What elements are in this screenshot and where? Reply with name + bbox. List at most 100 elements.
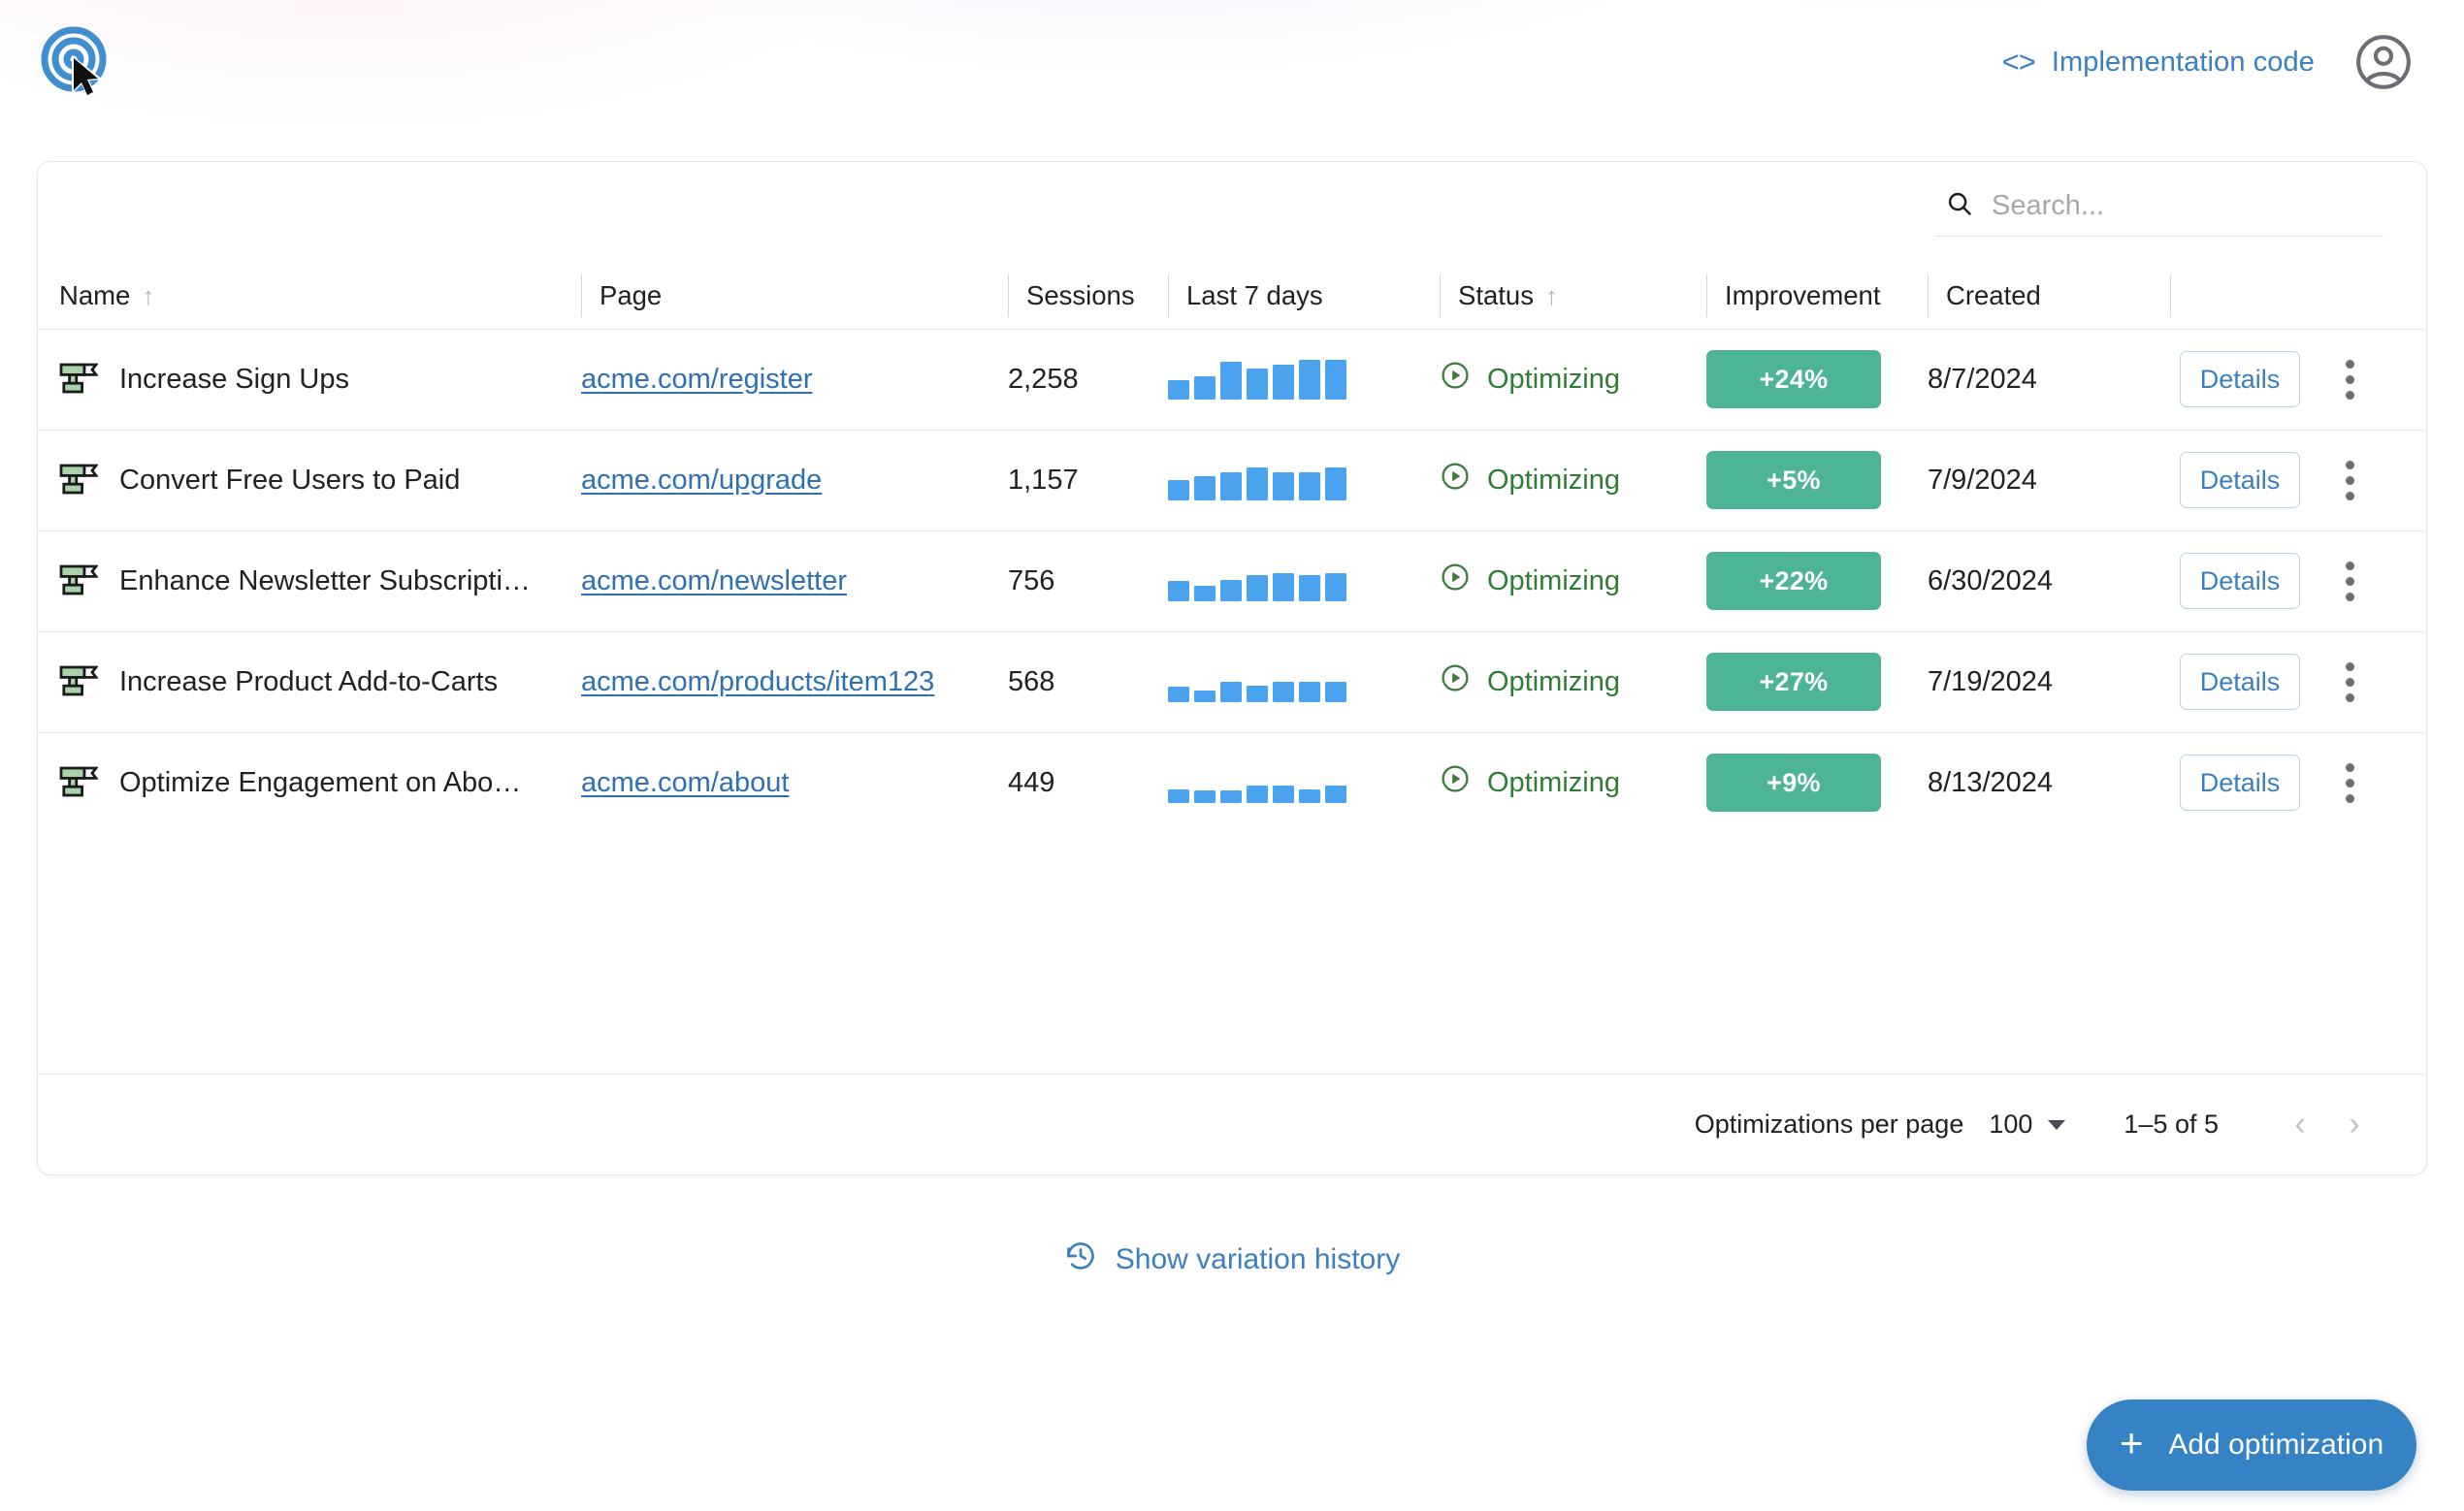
- implementation-code-link[interactable]: <> Implementation code: [2002, 45, 2315, 80]
- cell-created: 6/30/2024: [1928, 530, 2170, 631]
- search-input[interactable]: [1992, 190, 2380, 222]
- column-header-actions: [2170, 263, 2427, 329]
- sessions-value: 449: [1008, 767, 1054, 798]
- sparkline-bar: [1220, 362, 1242, 400]
- table-row[interactable]: Convert Free Users to Paid acme.com/upgra…: [38, 430, 2427, 530]
- sparkline-bar: [1273, 682, 1294, 702]
- column-header-improvement[interactable]: Improvement: [1706, 263, 1928, 329]
- optimization-name: Increase Product Add-to-Carts: [119, 666, 498, 698]
- optimizations-card: Name ↑ Page Sessions Last 7 days: [37, 161, 2427, 1175]
- sparkline-bar: [1299, 789, 1320, 803]
- search-box[interactable]: [1935, 189, 2383, 237]
- cell-improvement: +5%: [1706, 430, 1928, 530]
- add-optimization-label: Add optimization: [2168, 1429, 2383, 1462]
- column-header-name[interactable]: Name ↑: [38, 263, 581, 329]
- details-button[interactable]: Details: [2180, 654, 2300, 710]
- sort-asc-icon: ↑: [1545, 283, 1558, 308]
- cell-improvement: +24%: [1706, 329, 1928, 430]
- page-link[interactable]: acme.com/register: [581, 364, 813, 395]
- table-row[interactable]: Increase Sign Upsacme.com/register 2,258 O…: [38, 329, 2427, 430]
- cell-last7days: [1168, 329, 1440, 430]
- sparkline-bar: [1220, 580, 1242, 601]
- optimization-name: Optimize Engagement on Abo…: [119, 767, 521, 799]
- column-header-page[interactable]: Page: [581, 263, 1008, 329]
- sparkline-bar: [1168, 789, 1189, 803]
- sparkline-bar: [1325, 360, 1346, 400]
- table-row[interactable]: Optimize Engagement on Abo… acme.com/abou…: [38, 732, 2427, 833]
- page-link[interactable]: acme.com/upgrade: [581, 465, 822, 496]
- play-circle-icon: [1440, 461, 1471, 499]
- sparkline-bar: [1194, 476, 1216, 500]
- target-cursor-logo[interactable]: [39, 24, 114, 100]
- more-vert-icon[interactable]: [2341, 553, 2358, 609]
- cell-status: Optimizing: [1440, 430, 1706, 530]
- per-page-select[interactable]: 100: [1989, 1109, 2065, 1140]
- sparkline-bar: [1247, 786, 1268, 803]
- cell-status: Optimizing: [1440, 329, 1706, 430]
- cell-name: Increase Sign Ups: [38, 329, 581, 430]
- sparkline-bar: [1247, 467, 1268, 500]
- history-icon: [1064, 1239, 1097, 1280]
- more-vert-icon[interactable]: [2341, 755, 2358, 811]
- sparkline-bar: [1194, 691, 1216, 702]
- cell-improvement: +22%: [1706, 530, 1928, 631]
- table-row[interactable]: Increase Product Add-to-Carts acme.com/pr…: [38, 631, 2427, 732]
- ab-test-icon: [59, 363, 98, 396]
- page-link[interactable]: acme.com/newsletter: [581, 565, 847, 596]
- column-header-status-label: Status: [1458, 280, 1534, 311]
- cell-status: Optimizing: [1440, 530, 1706, 631]
- table-toolbar: [38, 162, 2426, 263]
- cell-actions: Details: [2170, 530, 2427, 631]
- page-link[interactable]: acme.com/products/item123: [581, 666, 934, 697]
- column-header-sessions[interactable]: Sessions: [1008, 263, 1168, 329]
- cell-improvement: +9%: [1706, 732, 1928, 833]
- column-header-created[interactable]: Created: [1928, 263, 2170, 329]
- table-row[interactable]: Enhance Newsletter Subscripti…acme.com/n…: [38, 530, 2427, 631]
- sort-asc-icon: ↑: [142, 283, 154, 308]
- show-variation-history-link[interactable]: Show variation history: [0, 1239, 2464, 1280]
- cell-page: acme.com/about: [581, 732, 1008, 833]
- sparkline-bar: [1220, 682, 1242, 702]
- more-vert-icon[interactable]: [2341, 654, 2358, 710]
- improvement-badge: +5%: [1706, 451, 1881, 509]
- column-header-status[interactable]: Status ↑: [1440, 263, 1706, 329]
- optimization-name: Convert Free Users to Paid: [119, 465, 460, 497]
- sparkline-bar: [1325, 573, 1346, 601]
- cell-last7days: [1168, 732, 1440, 833]
- sessions-value: 756: [1008, 565, 1054, 596]
- status-label: Optimizing: [1487, 364, 1620, 396]
- sparkline-bar: [1299, 360, 1320, 400]
- next-page-button[interactable]: ›: [2327, 1098, 2382, 1152]
- cell-actions: Details: [2170, 329, 2427, 430]
- details-button[interactable]: Details: [2180, 553, 2300, 609]
- more-vert-icon[interactable]: [2341, 351, 2358, 407]
- status-label: Optimizing: [1487, 767, 1620, 799]
- play-circle-icon: [1440, 360, 1471, 399]
- more-vert-icon[interactable]: [2341, 452, 2358, 508]
- ab-test-icon: [59, 464, 98, 497]
- sparkline-bar: [1194, 586, 1216, 601]
- per-page-label: Optimizations per page: [1695, 1109, 1964, 1140]
- sparkline-bar: [1247, 686, 1268, 702]
- sparkline-chart: [1168, 762, 1440, 803]
- column-header-last7days[interactable]: Last 7 days: [1168, 263, 1440, 329]
- cell-created: 7/9/2024: [1928, 430, 2170, 530]
- plus-icon: +: [2120, 1423, 2144, 1463]
- improvement-badge: +24%: [1706, 350, 1881, 408]
- sessions-value: 1,157: [1008, 465, 1079, 496]
- per-page-value: 100: [1989, 1109, 2032, 1140]
- sparkline-bar: [1220, 472, 1242, 500]
- account-circle-icon[interactable]: [2353, 32, 2414, 92]
- details-button[interactable]: Details: [2180, 755, 2300, 811]
- sparkline-bar: [1273, 472, 1294, 500]
- details-button[interactable]: Details: [2180, 351, 2300, 407]
- play-circle-icon: [1440, 763, 1471, 802]
- cell-last7days: [1168, 430, 1440, 530]
- sessions-value: 2,258: [1008, 364, 1079, 395]
- details-button[interactable]: Details: [2180, 452, 2300, 508]
- cell-actions: Details: [2170, 430, 2427, 530]
- add-optimization-button[interactable]: + Add optimization: [2087, 1399, 2416, 1491]
- sparkline-bar: [1299, 575, 1320, 601]
- page-link[interactable]: acme.com/about: [581, 767, 789, 798]
- previous-page-button[interactable]: ‹: [2273, 1098, 2327, 1152]
